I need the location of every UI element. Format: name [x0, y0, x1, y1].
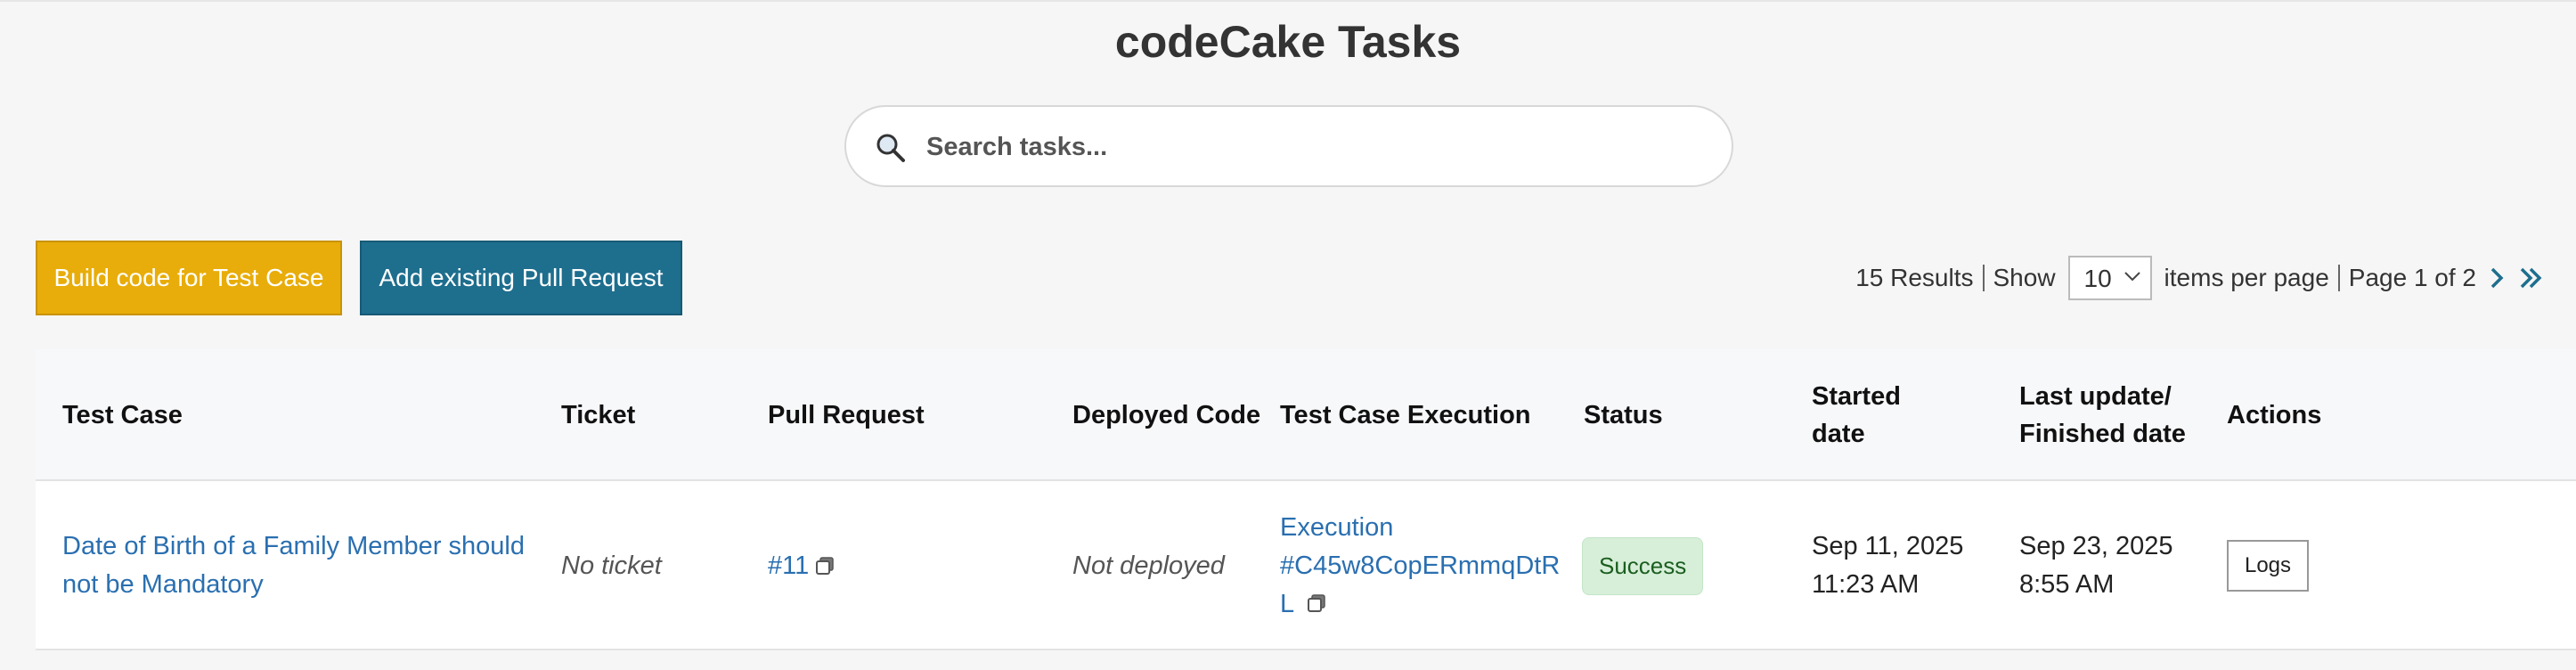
test-case-link[interactable]: Date of Birth of a Family Member should …: [62, 481, 525, 650]
copy-icon[interactable]: [1306, 592, 1327, 614]
pull-request-link[interactable]: #11: [768, 547, 809, 585]
double-chevron-right-icon[interactable]: [2519, 265, 2544, 291]
header-pull-request: Pull Request: [768, 401, 925, 429]
add-pull-request-button[interactable]: Add existing Pull Request: [360, 241, 682, 315]
per-page-label: items per page: [2164, 264, 2329, 291]
execution-cell: Execution #C45w8CopERmmqDtR L: [1280, 481, 1560, 650]
copy-icon[interactable]: [814, 555, 836, 576]
header-test-case: Test Case: [62, 401, 183, 429]
status-cell: Success: [1582, 481, 1704, 650]
updated-date: Sep 23, 2025: [2019, 532, 2173, 560]
tasks-table: Test Case Ticket Pull Request Deployed C…: [36, 349, 2576, 650]
page-title: codeCake Tasks: [1114, 17, 1462, 67]
actions-cell: Logs: [2227, 481, 2309, 650]
updated-time: 8:55 AM: [2019, 570, 2115, 599]
started-date-cell: Sep 11, 2025 11:23 AM: [1812, 481, 1963, 650]
show-label: Show: [1993, 264, 2056, 291]
build-code-button[interactable]: Build code for Test Case: [36, 241, 342, 315]
pager-separator: [2337, 265, 2340, 291]
header-actions: Actions: [2227, 401, 2322, 429]
execution-line3[interactable]: L: [1280, 590, 1293, 618]
pager-separator: [1982, 265, 1985, 291]
execution-line3-wrap: L: [1280, 585, 1327, 624]
started-date: Sep 11, 2025: [1812, 532, 1964, 560]
header-deployed-code: Deployed Code: [1072, 401, 1261, 429]
status-badge: Success: [1582, 536, 1704, 595]
test-case-line1[interactable]: Date of Birth of a Family Member should: [62, 527, 525, 566]
test-case-line2[interactable]: not be Mandatory: [62, 566, 264, 604]
header-updated-line2: Finished date: [2019, 420, 2186, 448]
search-input[interactable]: [926, 116, 1710, 178]
per-page-select-wrap: 10: [2056, 256, 2164, 300]
pull-request-cell: #11: [768, 481, 836, 650]
execution-line1[interactable]: Execution: [1280, 509, 1393, 547]
ticket-value: No ticket: [561, 551, 662, 580]
top-divider: [0, 0, 2576, 2]
results-count: 15 Results: [1855, 264, 1974, 291]
started-time: 11:23 AM: [1812, 570, 1920, 599]
header-ticket: Ticket: [561, 401, 636, 429]
header-started-date: Started date: [1812, 349, 1901, 481]
header-updated-line1: Last update/: [2019, 382, 2172, 411]
page-info: Page 1 of 2: [2348, 264, 2476, 291]
header-started-line2: date: [1812, 420, 1865, 448]
header-updated-date: Last update/ Finished date: [2019, 349, 2186, 481]
search-box[interactable]: [844, 105, 1733, 187]
chevron-right-icon[interactable]: [2485, 265, 2510, 291]
header-started-line1: Started: [1812, 382, 1901, 411]
updated-date-cell: Sep 23, 2025 8:55 AM: [2019, 481, 2173, 650]
deployed-code-value: Not deployed: [1072, 551, 1225, 580]
pagination-bar: 15 Results Show 10 items per page Page 1…: [1855, 253, 2544, 303]
table-header: Test Case Ticket Pull Request Deployed C…: [36, 349, 2576, 481]
search-icon: [876, 134, 905, 162]
per-page-select[interactable]: 10: [2067, 256, 2152, 300]
logs-button[interactable]: Logs: [2227, 540, 2309, 592]
table-row: Date of Birth of a Family Member should …: [36, 481, 2576, 650]
app-root: codeCake Tasks Build code for Test Case …: [0, 0, 2576, 670]
header-execution: Test Case Execution: [1280, 401, 1531, 429]
execution-line2[interactable]: #C45w8CopERmmqDtR: [1280, 547, 1560, 585]
header-status: Status: [1584, 401, 1663, 429]
